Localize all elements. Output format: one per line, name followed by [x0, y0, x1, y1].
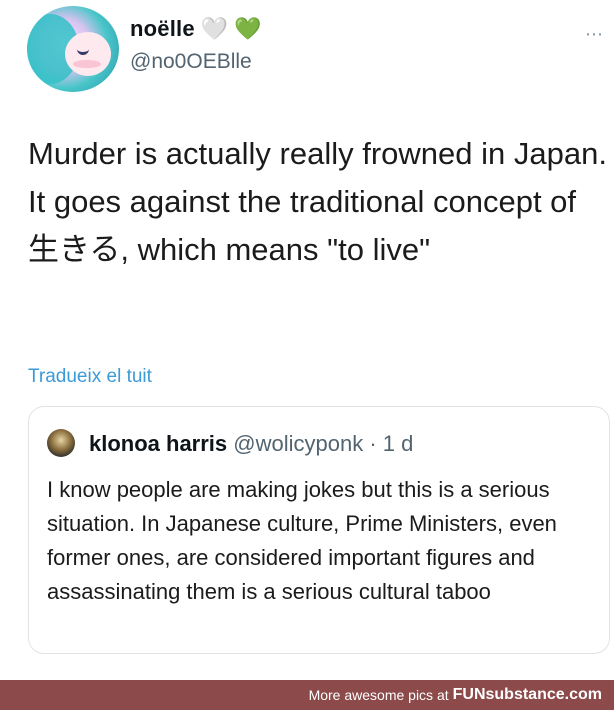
profile-avatar[interactable]: [27, 6, 119, 92]
quoted-author-name: klonoa harris: [89, 431, 228, 456]
quoted-author-meta: @wolicyponk · 1 d: [233, 431, 414, 456]
more-options-icon[interactable]: ⋯: [585, 24, 604, 45]
author-display-name[interactable]: noëlle: [130, 16, 195, 42]
green-heart-icon: 💚: [234, 16, 262, 41]
quoted-tweet[interactable]: klonoa harris @wolicyponk · 1 d I know p…: [28, 406, 610, 654]
author-handle[interactable]: @no0OEBlle: [130, 50, 252, 74]
footer-prefix: More awesome pics at: [308, 687, 449, 703]
translate-tweet-link[interactable]: Tradueix el tuit: [28, 366, 152, 388]
footer-brand: FUNsubstance.com: [452, 686, 602, 703]
tweet-text: Murder is actually really frowned in Jap…: [28, 136, 607, 267]
white-heart-icon: 🤍: [200, 16, 229, 41]
quoted-author-avatar: [47, 429, 75, 457]
watermark-footer: More awesome pics at FUNsubstance.com: [0, 680, 614, 710]
author-name-row: noëlle 🤍 💚: [130, 16, 262, 42]
avatar-face: [65, 32, 111, 76]
quoted-tweet-header: klonoa harris @wolicyponk · 1 d: [89, 431, 413, 457]
avatar-blush: [73, 60, 101, 68]
quoted-tweet-text: I know people are making jokes but this …: [47, 477, 557, 604]
